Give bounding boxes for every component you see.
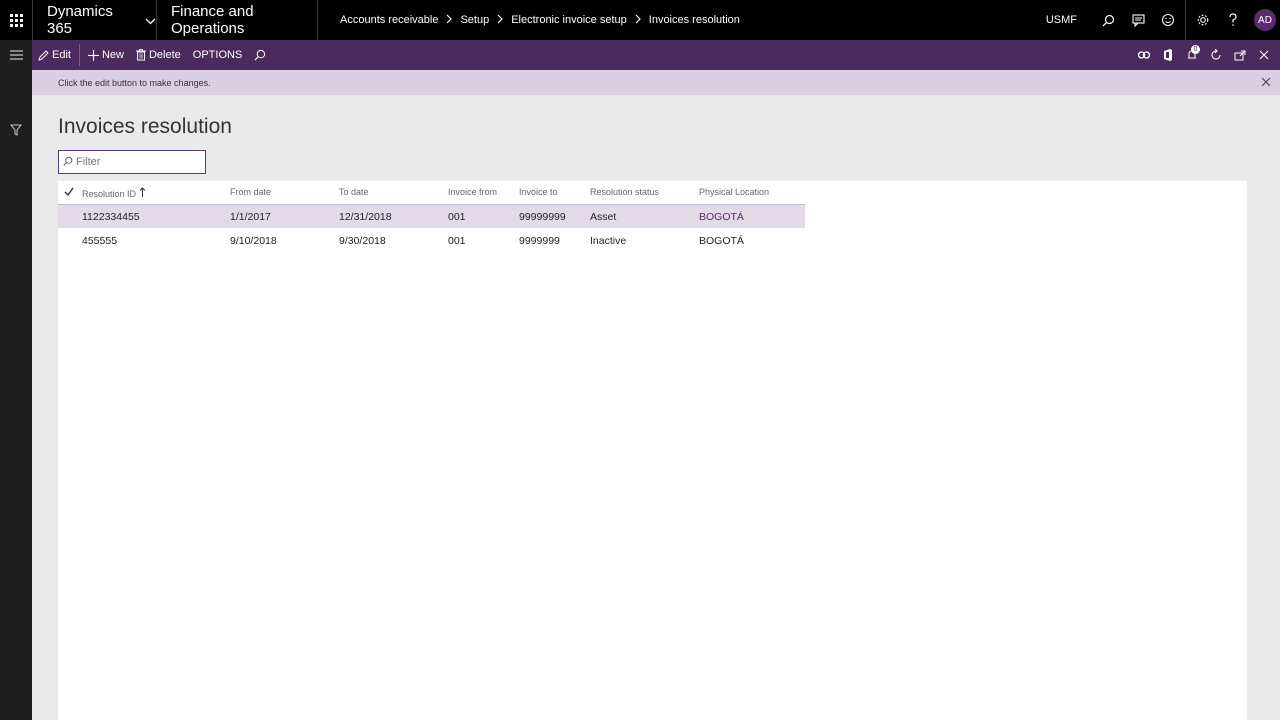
search-icon bbox=[63, 153, 73, 171]
cell-to-date: 9/30/2018 bbox=[339, 235, 386, 247]
grid-header: Resolution ID From date To date Invoice … bbox=[58, 181, 805, 204]
new-button[interactable]: New bbox=[82, 40, 130, 70]
action-search-button[interactable] bbox=[248, 40, 275, 70]
gear-icon[interactable] bbox=[1188, 0, 1218, 40]
page-title: Invoices resolution bbox=[58, 115, 232, 138]
cell-invoice-from: 001 bbox=[448, 235, 466, 247]
app-launcher-button[interactable] bbox=[0, 0, 32, 40]
open-new-window-icon[interactable] bbox=[1228, 40, 1252, 70]
column-header-resolution-status[interactable]: Resolution status bbox=[590, 187, 659, 197]
app-name: Finance and Operations bbox=[156, 0, 318, 40]
cell-physical-location-link[interactable]: BOGOTÁ bbox=[699, 211, 744, 223]
cell-invoice-to: 9999999 bbox=[519, 235, 560, 247]
edit-button[interactable]: Edit bbox=[32, 40, 77, 70]
divider bbox=[78, 44, 80, 66]
messages-icon[interactable] bbox=[1123, 0, 1153, 40]
table-row[interactable]: 455555 9/10/2018 9/30/2018 001 9999999 I… bbox=[58, 229, 805, 253]
notifications-icon[interactable]: 0 bbox=[1180, 40, 1204, 70]
chevron-right-icon bbox=[497, 14, 504, 27]
brand-menu-button[interactable]: Dynamics 365 bbox=[32, 0, 156, 40]
cell-invoice-to: 99999999 bbox=[519, 211, 566, 223]
select-all-check-icon[interactable] bbox=[64, 187, 74, 198]
filter-funnel-icon[interactable] bbox=[0, 115, 32, 145]
chevron-right-icon bbox=[635, 14, 641, 27]
search-icon[interactable] bbox=[1093, 0, 1123, 40]
breadcrumb: Accounts receivable Setup Electronic inv… bbox=[340, 0, 740, 40]
brand-label: Dynamics 365 bbox=[47, 3, 113, 37]
office-icon[interactable] bbox=[1156, 40, 1180, 70]
column-header-invoice-from[interactable]: Invoice from bbox=[448, 187, 497, 197]
link-icon[interactable] bbox=[1132, 40, 1156, 70]
top-navigation-bar: Dynamics 365 Finance and Operations Acco… bbox=[0, 0, 1280, 40]
notification-count-badge: 0 bbox=[1191, 45, 1200, 54]
action-pane: Edit New Delete OPTIONS 0 bbox=[32, 40, 1280, 70]
filter-input[interactable] bbox=[76, 156, 201, 168]
cell-resolution-status: Inactive bbox=[590, 235, 627, 247]
breadcrumb-accounts-receivable[interactable]: Accounts receivable bbox=[340, 14, 438, 26]
breadcrumb-electronic-invoice-setup[interactable]: Electronic invoice setup bbox=[511, 14, 627, 26]
message-bar: Click the edit button to make changes. bbox=[32, 70, 1280, 95]
cell-resolution-status: Asset bbox=[590, 211, 617, 223]
hamburger-menu-icon[interactable] bbox=[0, 40, 32, 70]
feedback-smiley-icon[interactable] bbox=[1153, 0, 1183, 40]
message-text: Click the edit button to make changes. bbox=[58, 77, 211, 88]
edit-label: Edit bbox=[52, 49, 71, 61]
column-header-label: Resolution ID bbox=[82, 189, 137, 199]
cell-resolution-id: 1122334455 bbox=[82, 211, 140, 223]
cell-to-date: 12/31/2018 bbox=[339, 211, 392, 223]
cell-resolution-id: 455555 bbox=[82, 235, 118, 247]
sort-ascending-icon bbox=[139, 187, 146, 199]
column-header-resolution-id[interactable]: Resolution ID bbox=[82, 187, 146, 199]
close-icon[interactable] bbox=[1252, 40, 1276, 70]
left-navigation-rail bbox=[0, 40, 32, 720]
top-right-controls: USMF AD bbox=[1046, 0, 1280, 40]
action-pane-right-tools: 0 bbox=[1132, 40, 1276, 70]
waffle-icon bbox=[9, 13, 23, 27]
table-row[interactable]: 1122334455 1/1/2017 12/31/2018 001 99999… bbox=[58, 204, 805, 228]
company-picker[interactable]: USMF bbox=[1046, 14, 1077, 26]
divider bbox=[1185, 0, 1186, 40]
chevron-down-icon bbox=[145, 12, 156, 29]
search-icon bbox=[254, 49, 266, 61]
cell-from-date: 9/10/2018 bbox=[230, 235, 277, 247]
column-header-physical-location[interactable]: Physical Location bbox=[699, 187, 769, 197]
user-avatar[interactable]: AD bbox=[1254, 9, 1276, 31]
new-label: New bbox=[101, 49, 124, 61]
refresh-icon[interactable] bbox=[1204, 40, 1228, 70]
options-tab[interactable]: OPTIONS bbox=[187, 40, 249, 70]
breadcrumb-invoices-resolution[interactable]: Invoices resolution bbox=[649, 14, 740, 26]
pencil-icon bbox=[38, 49, 49, 61]
grid-panel: Resolution ID From date To date Invoice … bbox=[58, 181, 1247, 720]
cell-physical-location[interactable]: BOGOTÁ bbox=[699, 235, 744, 247]
column-header-to-date[interactable]: To date bbox=[339, 187, 369, 197]
column-header-invoice-to[interactable]: Invoice to bbox=[519, 187, 558, 197]
chevron-right-icon bbox=[446, 14, 453, 27]
delete-label: Delete bbox=[148, 49, 181, 61]
cell-from-date: 1/1/2017 bbox=[230, 211, 271, 223]
close-icon[interactable] bbox=[1258, 74, 1274, 90]
delete-button[interactable]: Delete bbox=[130, 40, 187, 70]
plus-icon bbox=[87, 49, 99, 61]
cell-invoice-from: 001 bbox=[448, 211, 466, 223]
trash-icon bbox=[135, 49, 146, 61]
column-header-from-date[interactable]: From date bbox=[230, 187, 271, 197]
breadcrumb-setup[interactable]: Setup bbox=[460, 14, 489, 26]
filter-box bbox=[58, 150, 206, 174]
help-icon[interactable] bbox=[1218, 0, 1248, 40]
options-label: OPTIONS bbox=[192, 49, 243, 61]
